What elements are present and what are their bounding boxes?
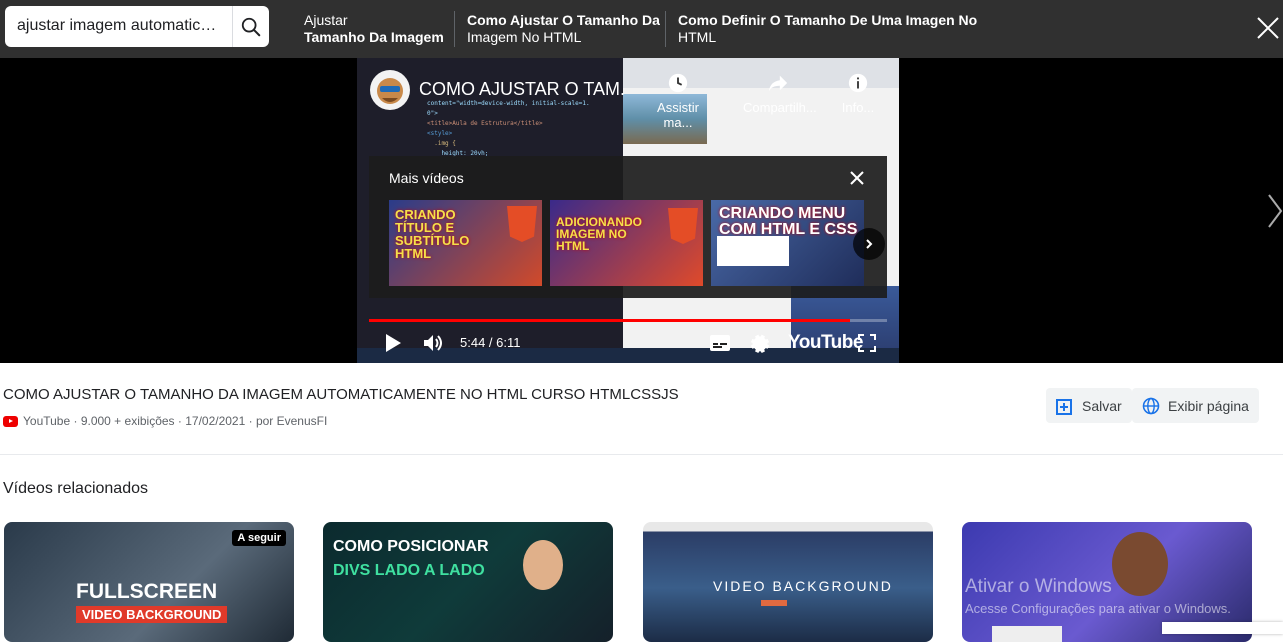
close-icon[interactable] xyxy=(849,170,865,186)
card-title-line1: FULLSCREEN xyxy=(76,580,218,603)
up-next-badge: A seguir xyxy=(232,530,286,546)
suggestion-3[interactable]: Como Definir O Tamanho De Uma Imagen No … xyxy=(678,12,977,46)
youtube-icon xyxy=(3,415,18,427)
player-video-title[interactable]: COMO AJUSTAR O TAM... xyxy=(419,79,624,100)
open-page-button[interactable]: Exibir página xyxy=(1132,388,1259,423)
search-box[interactable]: ajustar imagem automaticamente no html xyxy=(5,6,269,47)
search-input[interactable]: ajustar imagem automaticamente no html xyxy=(17,17,222,35)
suggestion-divider xyxy=(665,11,666,47)
suggestion-3-line1: Como Definir O Tamanho De Uma Imagen No xyxy=(678,12,978,28)
related-video-card[interactable]: VIDEO BACKGROUND xyxy=(643,522,933,642)
card-label-shape xyxy=(992,626,1062,642)
watch-later-button[interactable]: Assistir ma... xyxy=(643,72,713,130)
related-video-card[interactable]: A seguir FULLSCREEN VIDEO BACKGROUND xyxy=(4,522,294,642)
channel-avatar[interactable] xyxy=(370,70,410,110)
corner-popup[interactable] xyxy=(1162,622,1283,634)
card-title-line2: DIVS LADO A LADO xyxy=(333,562,485,579)
card-title-line2: VIDEO BACKGROUND xyxy=(76,606,228,623)
info-icon xyxy=(848,73,868,93)
card-button-shape xyxy=(761,600,787,606)
more-videos-next-button[interactable] xyxy=(853,228,885,260)
more-video-thumbnail[interactable]: CRIANDO MENU COM HTML E CSS xyxy=(711,200,864,286)
suggestion-2-line2: Imagem No HTML xyxy=(467,29,582,45)
avatar-icon xyxy=(377,78,403,104)
thumbnail-screen xyxy=(717,236,789,266)
close-icon[interactable] xyxy=(1256,16,1280,40)
play-icon[interactable] xyxy=(384,333,402,353)
search-icon xyxy=(241,17,261,36)
thumbnail-title: CRIANDO MENU COM HTML E CSS xyxy=(719,205,858,238)
globe-icon xyxy=(1142,397,1160,414)
suggestion-2-line1: Como Ajustar O Tamanho Da xyxy=(467,12,660,28)
related-heading: Vídeos relacionados xyxy=(3,480,148,497)
divider xyxy=(0,454,1283,455)
thumbnail-title: ADICIONANDO IMAGEM NO HTML xyxy=(556,215,642,253)
html5-logo-icon xyxy=(668,208,698,244)
video-title[interactable]: COMO AJUSTAR O TAMANHO DA IMAGEM AUTOMAT… xyxy=(3,386,679,403)
more-video-thumbnail[interactable]: CRIANDO TÍTULO E SUBTÍTULO HTML xyxy=(389,200,542,286)
save-button[interactable]: Salvar xyxy=(1046,388,1132,423)
share-label: Compartilh... xyxy=(743,100,817,115)
volume-icon[interactable] xyxy=(423,333,445,353)
youtube-logo[interactable]: YouTube xyxy=(788,332,863,354)
more-videos-panel: Mais vídeos CRIANDO TÍTULO E SUBTÍTULO H… xyxy=(369,156,887,298)
progress-fill xyxy=(369,319,850,322)
share-button[interactable]: Compartilh... xyxy=(743,72,817,115)
progress-bar[interactable] xyxy=(369,319,887,322)
search-button[interactable] xyxy=(232,6,269,47)
suggestion-1[interactable]: Ajustar Tamanho Da Imagem xyxy=(304,12,444,46)
chevron-right-icon xyxy=(866,239,873,249)
windows-activation-subtitle: Acesse Configurações para ativar o Windo… xyxy=(965,601,1231,616)
info-button[interactable]: Info... xyxy=(823,72,893,115)
related-video-card[interactable]: COMO POSICIONAR DIVS LADO A LADO xyxy=(323,522,613,642)
chevron-right-icon[interactable] xyxy=(1266,193,1283,229)
suggestion-3-line2: HTML xyxy=(678,29,717,45)
more-video-thumbnail[interactable]: ADICIONANDO IMAGEM NO HTML xyxy=(550,200,703,286)
suggestion-divider xyxy=(454,11,455,47)
open-page-label: Exibir página xyxy=(1168,397,1249,414)
suggestion-1-line2: Tamanho Da Imagem xyxy=(304,29,444,45)
info-label: Info... xyxy=(841,100,875,115)
settings-icon[interactable] xyxy=(750,333,770,353)
html5-logo-icon xyxy=(507,206,537,242)
top-bar: ajustar imagem automaticamente no html A… xyxy=(0,0,1283,58)
clock-icon xyxy=(668,73,688,93)
presenter-face xyxy=(523,540,563,590)
card-title-line1: COMO POSICIONAR xyxy=(333,538,489,555)
presenter-face xyxy=(1112,532,1168,596)
fullscreen-icon[interactable] xyxy=(858,334,876,352)
captions-icon[interactable] xyxy=(710,335,730,351)
windows-activation-title: Ativar o Windows xyxy=(965,576,1112,597)
video-meta: YouTube · 9.000 + exibições · 17/02/2021… xyxy=(3,414,327,428)
bookmark-add-icon xyxy=(1056,398,1072,415)
share-icon xyxy=(768,75,788,92)
video-player-area: content="width=device-width, initial-sca… xyxy=(0,58,1283,363)
card-title-line1: VIDEO BACKGROUND xyxy=(713,578,893,594)
thumbnail-title: CRIANDO TÍTULO E SUBTÍTULO HTML xyxy=(395,207,470,261)
watch-later-label: Assistir ma... xyxy=(657,100,699,130)
time-display: 5:44 / 6:11 xyxy=(460,335,521,350)
suggestion-1-line1: Ajustar xyxy=(304,12,348,28)
suggestion-2[interactable]: Como Ajustar O Tamanho Da Imagem No HTML xyxy=(467,12,660,46)
save-label: Salvar xyxy=(1082,397,1122,414)
more-videos-label: Mais vídeos xyxy=(389,170,464,186)
video-meta-text: YouTube · 9.000 + exibições · 17/02/2021… xyxy=(23,414,328,428)
